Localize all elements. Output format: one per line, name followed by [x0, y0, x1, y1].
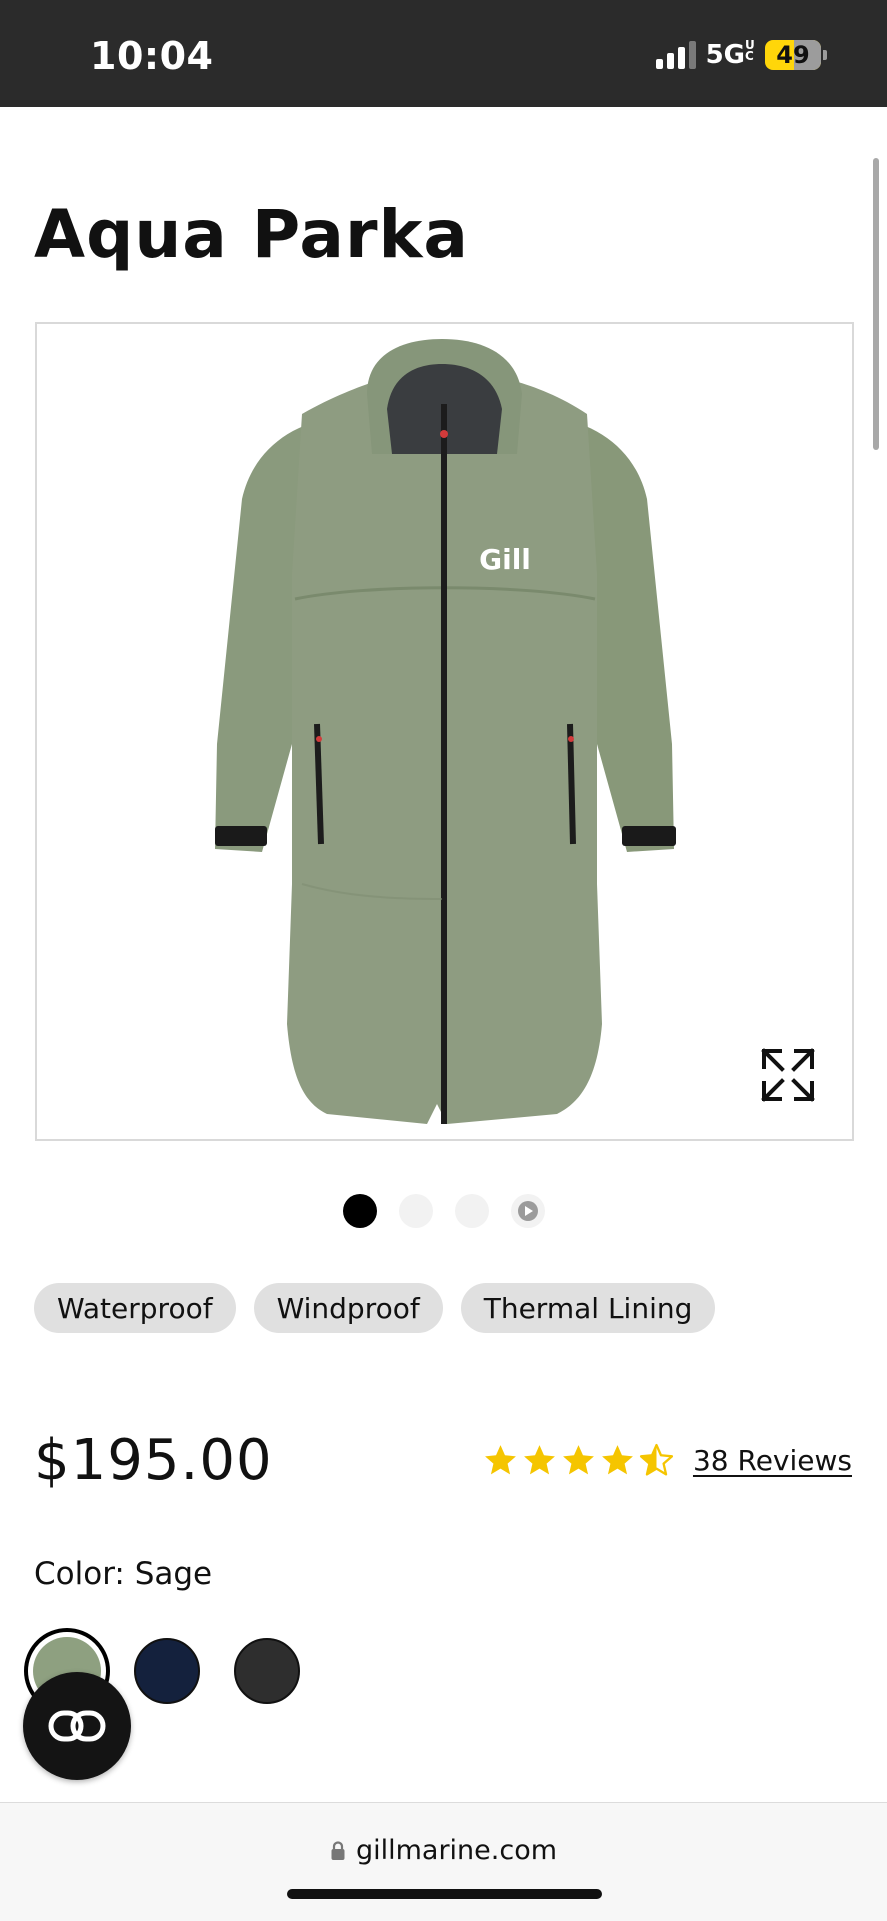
- star-icon: [563, 1445, 594, 1475]
- carousel-dot-2[interactable]: [398, 1194, 433, 1228]
- product-title: Aqua Parka: [34, 196, 469, 273]
- compare-button[interactable]: [23, 1672, 131, 1780]
- battery-icon: 49: [765, 40, 821, 70]
- star-half-icon: [639, 1443, 674, 1476]
- star-icon: [602, 1445, 633, 1475]
- compare-icon: [48, 1710, 106, 1742]
- expand-image-button[interactable]: [758, 1045, 818, 1105]
- status-indicators: 5GUC 49: [655, 38, 827, 70]
- product-logo-text: Gill: [479, 543, 531, 576]
- carousel-dot-3[interactable]: [454, 1194, 489, 1228]
- feature-tag: Waterproof: [34, 1283, 236, 1333]
- network-label: 5G: [705, 40, 745, 70]
- status-bar: 10:04 5GUC 49: [0, 0, 887, 107]
- feature-tag: Thermal Lining: [460, 1283, 716, 1333]
- carousel-dots: [0, 1194, 887, 1228]
- url-text: gillmarine.com: [355, 1835, 558, 1866]
- play-icon: [517, 1201, 538, 1221]
- carousel-dot-1[interactable]: [342, 1194, 377, 1228]
- carousel-dot-video[interactable]: [510, 1194, 545, 1228]
- browser-url-bar: gillmarine.com: [0, 1802, 887, 1921]
- reviews-link[interactable]: 38 Reviews: [693, 1444, 852, 1477]
- feature-tags: Waterproof Windproof Thermal Lining: [34, 1283, 716, 1333]
- swatch-graphite[interactable]: [234, 1638, 300, 1704]
- product-image: Gill: [215, 339, 676, 1124]
- expand-arrows-icon: [761, 1048, 815, 1102]
- signal-strength-icon: [655, 41, 696, 69]
- star-icon: [524, 1445, 555, 1475]
- star-icon: [485, 1445, 516, 1475]
- address-field[interactable]: gillmarine.com: [0, 1835, 887, 1866]
- battery-tip: [823, 50, 827, 60]
- status-time: 10:04: [90, 34, 214, 78]
- product-image-frame[interactable]: Gill: [35, 322, 854, 1141]
- network-suffix: UC: [745, 38, 755, 63]
- lock-icon: [331, 1840, 345, 1860]
- product-price: $195.00: [34, 1428, 273, 1493]
- battery-level: 49: [776, 41, 810, 69]
- page-scrollbar[interactable]: [873, 158, 879, 450]
- network-type: 5GUC: [705, 38, 755, 70]
- color-label: Color: Sage: [34, 1556, 213, 1592]
- rating-summary: 38 Reviews: [482, 1442, 852, 1479]
- home-indicator[interactable]: [287, 1889, 602, 1899]
- feature-tag: Windproof: [253, 1283, 443, 1333]
- star-rating: [482, 1442, 675, 1479]
- swatch-navy[interactable]: [134, 1638, 200, 1704]
